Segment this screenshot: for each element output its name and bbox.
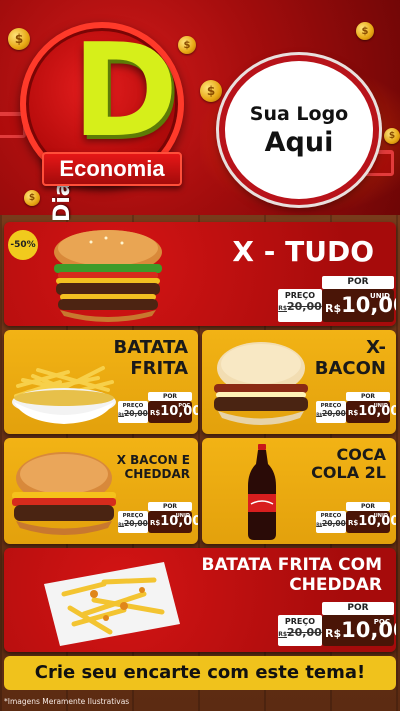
new-currency: R$ <box>348 409 359 417</box>
old-price-box: PREÇO R$20,00 <box>118 511 148 533</box>
burger-image <box>214 342 308 425</box>
product-name-line1: BATATA <box>113 337 188 358</box>
por-label: POR <box>346 392 390 401</box>
unit-label: POÇ <box>373 618 390 626</box>
por-label: POR <box>148 392 192 401</box>
product-name: BATATA FRITA COM CHEDDAR <box>201 555 382 595</box>
fries-cheddar-image <box>44 562 180 646</box>
new-price-box: R$10,00 UNID <box>346 401 396 423</box>
new-currency: R$ <box>348 519 359 527</box>
por-label: POR <box>322 602 394 615</box>
por-label: POR <box>148 502 192 511</box>
fries-image <box>12 366 116 424</box>
burger-image <box>54 230 162 322</box>
old-price: 20,00 <box>287 300 322 313</box>
new-price-box: R$10,00 UNID <box>346 511 396 533</box>
product-card-coca-cola[interactable]: COCA COLA 2L POR PREÇO R$20,00 R$10,00 U… <box>202 438 396 544</box>
product-name-line2: COLA 2L <box>311 463 386 483</box>
logo-dia-text: Dia <box>50 181 75 222</box>
footnote: *Imagens Meramente Ilustrativas <box>4 697 130 706</box>
product-name-line2: CHEDDAR <box>289 574 382 595</box>
logo-economia-banner: Economia <box>42 152 182 186</box>
unit-label: POÇ <box>178 403 190 409</box>
soda-bottle-image <box>248 444 276 540</box>
new-currency: R$ <box>150 519 161 527</box>
unit-label: UNID <box>175 513 190 519</box>
product-name-line1: COCA <box>336 445 386 464</box>
new-price-box: R$10,00 POÇ <box>322 615 396 646</box>
product-name: X BACON E CHEDDAR <box>116 453 191 482</box>
unit-label: UNID <box>373 403 388 409</box>
por-label: POR <box>322 276 394 289</box>
product-name: X- BACON <box>314 337 386 379</box>
new-price-box: R$10,00 POÇ <box>148 401 198 423</box>
coin-icon: $ <box>24 190 40 206</box>
product-name: BATATA FRITA <box>113 337 188 379</box>
old-price: 20,00 <box>287 626 322 639</box>
discount-badge: -50% <box>8 230 38 260</box>
product-name-line1: X- <box>366 337 386 358</box>
old-price-box: PREÇO R$20,00 <box>118 401 148 423</box>
product-card-xbacon[interactable]: X- BACON POR PREÇO R$20,00 R$10,00 UNID <box>202 330 396 434</box>
old-price: 20,00 <box>124 409 148 418</box>
product-name-line2: BACON <box>314 357 386 379</box>
dia-d-logo: D Dia Economia <box>20 17 190 222</box>
old-price: 20,00 <box>322 409 346 418</box>
product-name: X - TUDO <box>232 235 374 268</box>
old-price-box: PREÇO R$20,00 <box>316 401 346 423</box>
old-price-box: PREÇO R$20,00 <box>278 289 322 322</box>
coin-icon: $ <box>356 22 374 40</box>
old-currency: R$ <box>278 305 287 312</box>
new-currency: R$ <box>325 627 342 640</box>
por-label: POR <box>346 502 390 511</box>
unit-label: UNID <box>373 513 388 519</box>
your-logo-line2: Aqui <box>264 126 334 158</box>
new-price-box: R$10,00 UNID <box>148 511 198 533</box>
product-card-batata-cheddar[interactable]: BATATA FRITA COM CHEDDAR POR PREÇO R$20,… <box>4 548 396 652</box>
cta-banner[interactable]: Crie seu encarte com este tema! <box>4 656 396 690</box>
old-price: 20,00 <box>124 519 148 528</box>
coin-icon: $ <box>200 80 222 102</box>
preco-label: PREÇO <box>284 291 316 300</box>
product-name-line1: X BACON E <box>116 453 190 467</box>
logo-letter-d: D <box>72 17 179 166</box>
product-name: COCA COLA 2L <box>311 445 386 483</box>
old-currency: R$ <box>278 631 287 638</box>
preco-label: PREÇO <box>284 617 316 626</box>
your-logo-line1: Sua Logo <box>249 102 349 125</box>
your-logo-placeholder[interactable]: Sua Logo Aqui <box>219 55 379 205</box>
product-card-batata-frita[interactable]: BATATA FRITA POR PREÇO R$20,00 R$10,00 P… <box>4 330 198 434</box>
new-price-box: R$10,00 UNID <box>322 289 396 322</box>
unit-label: UNID <box>370 292 390 300</box>
coin-icon: $ <box>384 128 400 144</box>
new-currency: R$ <box>150 409 161 417</box>
old-price-box: PREÇO R$20,00 <box>278 615 322 646</box>
product-card-xtudo[interactable]: X - TUDO POR PREÇO R$20,00 R$10,00 UNID <box>4 222 396 326</box>
product-name-line2: CHEDDAR <box>124 466 191 481</box>
new-currency: R$ <box>325 302 342 315</box>
product-name-line1: BATATA FRITA COM <box>201 555 382 575</box>
old-price-box: PREÇO R$20,00 <box>316 511 346 533</box>
product-name-line2: FRITA <box>130 357 188 379</box>
old-price: 20,00 <box>322 519 346 528</box>
burger-image <box>12 452 116 535</box>
product-card-xbacon-cheddar[interactable]: X BACON E CHEDDAR POR PREÇO R$20,00 R$10… <box>4 438 198 544</box>
